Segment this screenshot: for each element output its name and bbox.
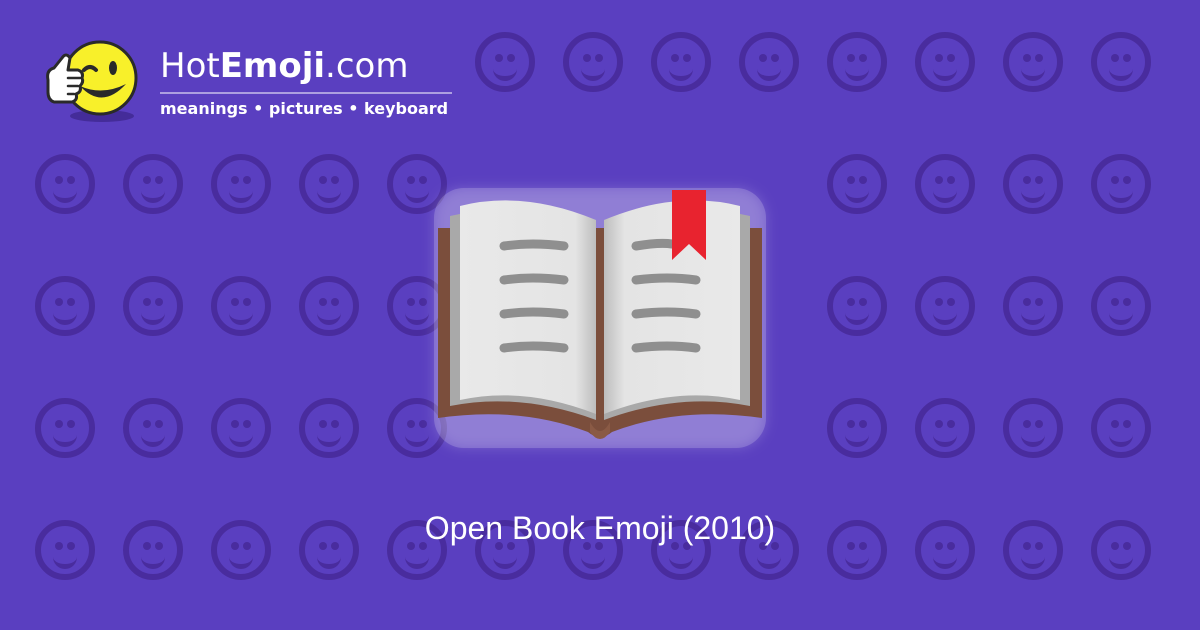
background-smiley-mouth (933, 308, 957, 325)
background-smiley-icon (123, 276, 183, 336)
background-smiley-icon (915, 276, 975, 336)
background-smiley-icon (827, 398, 887, 458)
logo-title-hot: Hot (160, 46, 220, 86)
logo-tagline: meanings • pictures • keyboard (160, 99, 449, 118)
background-smiley-mouth (141, 552, 165, 569)
background-smiley-mouth (405, 552, 429, 569)
background-smiley-icon (651, 32, 711, 92)
background-smiley-mouth (229, 552, 253, 569)
background-smiley-icon (211, 398, 271, 458)
background-smiley-icon (1003, 154, 1063, 214)
background-smiley-mouth (1021, 430, 1045, 447)
background-smiley-mouth (53, 186, 77, 203)
background-smiley-mouth (581, 64, 605, 81)
background-smiley-mouth (581, 552, 605, 569)
background-smiley-icon (1003, 398, 1063, 458)
background-smiley-icon (211, 154, 271, 214)
thumbs-up-wink-face-icon (40, 36, 140, 128)
background-smiley-mouth (845, 430, 869, 447)
background-smiley-icon (1091, 276, 1151, 336)
background-smiley-icon (211, 276, 271, 336)
background-smiley-mouth (845, 308, 869, 325)
background-smiley-mouth (757, 552, 781, 569)
background-smiley-icon (1091, 398, 1151, 458)
background-smiley-icon (1091, 154, 1151, 214)
background-smiley-icon (475, 32, 535, 92)
background-smiley-icon (35, 398, 95, 458)
open-book-icon (420, 170, 780, 470)
background-smiley-mouth (845, 64, 869, 81)
background-smiley-icon (299, 154, 359, 214)
background-smiley-mouth (229, 186, 253, 203)
background-smiley-mouth (1109, 308, 1133, 325)
background-smiley-mouth (141, 308, 165, 325)
background-smiley-icon (1091, 32, 1151, 92)
background-smiley-mouth (933, 552, 957, 569)
background-smiley-mouth (53, 430, 77, 447)
background-smiley-mouth (1109, 430, 1133, 447)
background-smiley-icon (35, 154, 95, 214)
background-smiley-mouth (317, 308, 341, 325)
logo-title-emoji: Emoji (219, 46, 326, 86)
background-smiley-mouth (229, 430, 253, 447)
logo-title: HotEmoji.com (160, 46, 452, 86)
background-smiley-mouth (493, 552, 517, 569)
background-smiley-mouth (317, 552, 341, 569)
background-smiley-mouth (229, 308, 253, 325)
background-smiley-icon (915, 154, 975, 214)
site-logo[interactable]: HotEmoji.com meanings • pictures • keybo… (40, 36, 452, 128)
background-smiley-mouth (1109, 186, 1133, 203)
background-smiley-icon (123, 398, 183, 458)
background-smiley-icon (915, 398, 975, 458)
background-smiley-icon (299, 276, 359, 336)
background-smiley-icon (35, 276, 95, 336)
background-smiley-mouth (1021, 186, 1045, 203)
background-smiley-mouth (933, 430, 957, 447)
background-smiley-mouth (757, 64, 781, 81)
background-smiley-mouth (1109, 64, 1133, 81)
background-smiley-mouth (669, 552, 693, 569)
background-smiley-icon (739, 32, 799, 92)
background-smiley-mouth (1021, 552, 1045, 569)
background-smiley-mouth (669, 64, 693, 81)
background-smiley-mouth (317, 430, 341, 447)
logo-divider (160, 92, 452, 94)
background-smiley-mouth (53, 552, 77, 569)
logo-title-domain: .com (325, 46, 409, 86)
background-smiley-icon (1003, 32, 1063, 92)
background-smiley-icon (123, 154, 183, 214)
background-smiley-icon (299, 398, 359, 458)
background-smiley-icon (1003, 276, 1063, 336)
background-smiley-mouth (493, 64, 517, 81)
background-smiley-mouth (933, 64, 957, 81)
background-smiley-icon (827, 32, 887, 92)
background-smiley-mouth (845, 552, 869, 569)
background-smiley-mouth (141, 430, 165, 447)
background-smiley-mouth (53, 308, 77, 325)
background-smiley-mouth (1021, 64, 1045, 81)
emoji-title: Open Book Emoji (2010) (424, 510, 776, 546)
background-smiley-icon (827, 276, 887, 336)
background-smiley-icon (827, 154, 887, 214)
background-smiley-mouth (141, 186, 165, 203)
background-smiley-icon (915, 32, 975, 92)
logo-text: HotEmoji.com meanings • pictures • keybo… (160, 46, 452, 118)
background-smiley-icon (563, 32, 623, 92)
background-smiley-mouth (933, 186, 957, 203)
background-smiley-mouth (845, 186, 869, 203)
background-smiley-mouth (1021, 308, 1045, 325)
page: HotEmoji.com meanings • pictures • keybo… (0, 0, 1200, 630)
background-smiley-mouth (317, 186, 341, 203)
background-smiley-mouth (1109, 552, 1133, 569)
